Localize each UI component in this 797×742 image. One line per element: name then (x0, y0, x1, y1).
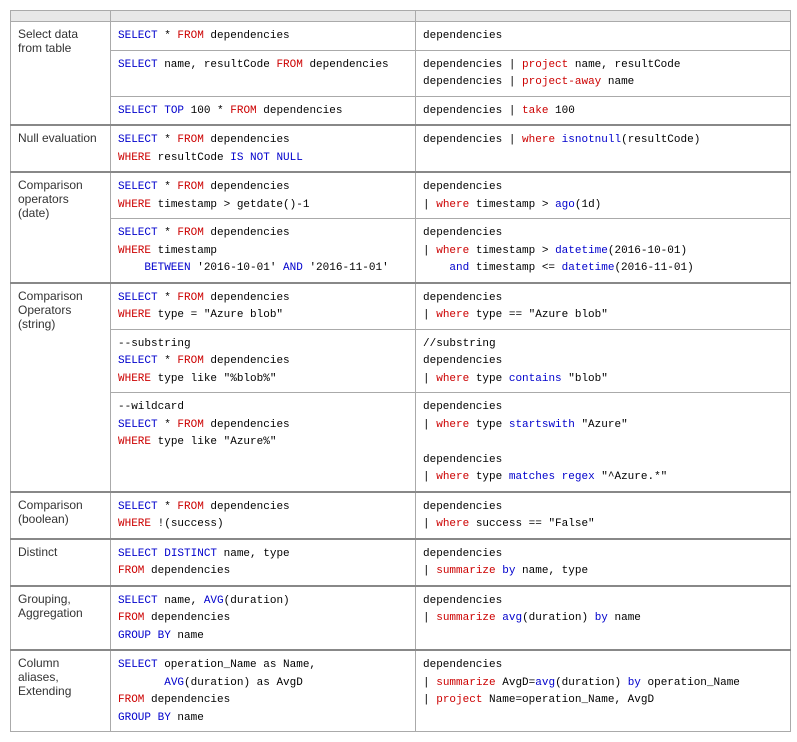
analytics-cell: dependencies | summarize AvgD=avg(durati… (416, 650, 791, 732)
analytics-cell: dependencies | where isnotnull(resultCod… (416, 125, 791, 172)
sql-cell: SELECT TOP 100 * FROM dependencies (111, 96, 416, 125)
header-label (11, 11, 111, 22)
row-label: Comparison operators (date) (11, 172, 111, 283)
header-sql (111, 11, 416, 22)
analytics-cell: dependencies | where type == "Azure blob… (416, 283, 791, 330)
row-label: Comparison Operators (string) (11, 283, 111, 492)
analytics-cell: dependencies (416, 22, 791, 51)
sql-cell: SELECT * FROM dependencies WHERE resultC… (111, 125, 416, 172)
analytics-cell: dependencies | summarize avg(duration) b… (416, 586, 791, 651)
analytics-cell: dependencies | where timestamp > datetim… (416, 219, 791, 283)
header-analytics (416, 11, 791, 22)
analytics-cell: dependencies | where type startswith "Az… (416, 393, 791, 492)
row-label: Select data from table (11, 22, 111, 126)
sql-cell: SELECT name, AVG(duration) FROM dependen… (111, 586, 416, 651)
analytics-cell: dependencies | summarize by name, type (416, 539, 791, 586)
analytics-cell: dependencies | take 100 (416, 96, 791, 125)
sql-cell: SELECT * FROM dependencies WHERE timesta… (111, 172, 416, 219)
row-label: Column aliases, Extending (11, 650, 111, 732)
sql-cell: SELECT operation_Name as Name, AVG(durat… (111, 650, 416, 732)
sql-cell: SELECT * FROM dependencies WHERE timesta… (111, 219, 416, 283)
row-label: Grouping, Aggregation (11, 586, 111, 651)
sql-cell: --wildcard SELECT * FROM dependencies WH… (111, 393, 416, 492)
comparison-table: Select data from tableSELECT * FROM depe… (10, 10, 791, 732)
analytics-cell: dependencies | where timestamp > ago(1d) (416, 172, 791, 219)
analytics-cell: dependencies | where success == "False" (416, 492, 791, 539)
sql-cell: SELECT * FROM dependencies WHERE type = … (111, 283, 416, 330)
sql-cell: --substring SELECT * FROM dependencies W… (111, 329, 416, 393)
analytics-cell: dependencies | project name, resultCode … (416, 50, 791, 96)
row-label: Distinct (11, 539, 111, 586)
analytics-cell: //substring dependencies | where type co… (416, 329, 791, 393)
row-label: Comparison (boolean) (11, 492, 111, 539)
sql-cell: SELECT * FROM dependencies (111, 22, 416, 51)
sql-cell: SELECT name, resultCode FROM dependencie… (111, 50, 416, 96)
row-label: Null evaluation (11, 125, 111, 172)
sql-cell: SELECT DISTINCT name, type FROM dependen… (111, 539, 416, 586)
sql-cell: SELECT * FROM dependencies WHERE !(succe… (111, 492, 416, 539)
